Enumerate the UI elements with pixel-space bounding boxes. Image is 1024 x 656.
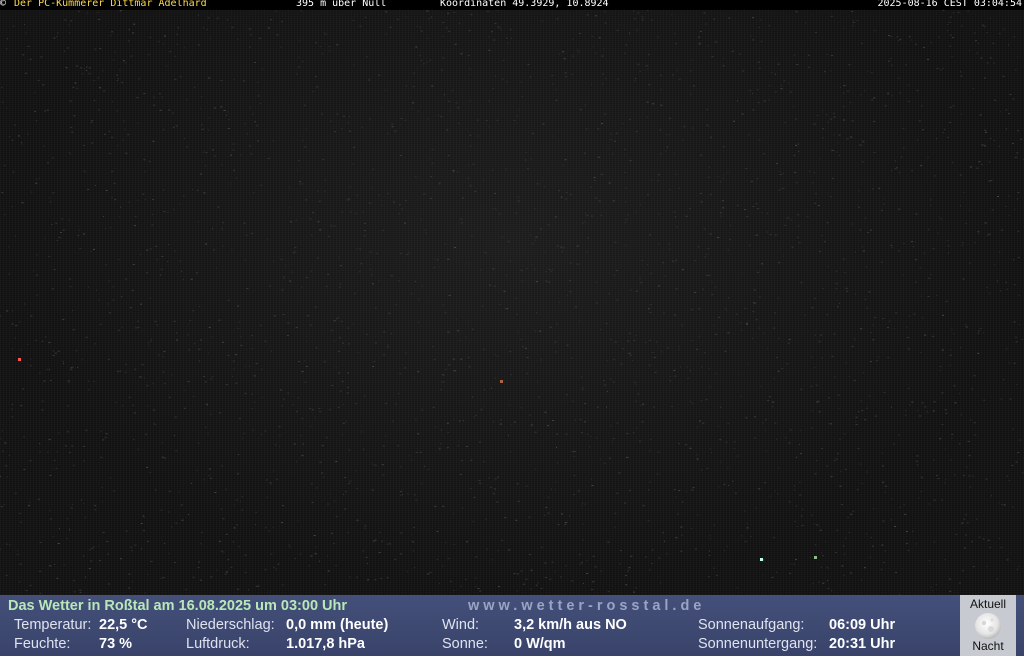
caption-bar: © Der PC-Kümmerer Dittmar Adelhard 395 m… <box>0 0 1024 10</box>
pressure-label: Luftdruck: <box>186 636 250 652</box>
weather-headline: Das Wetter in Roßtal am 16.08.2025 um 03… <box>8 598 348 614</box>
image-noise-layer <box>0 10 1024 595</box>
sunset-value: 20:31 Uhr <box>829 636 896 652</box>
timestamp-text: 2025-08-16 CEST 03:04:54 <box>877 0 1023 9</box>
sunrise-value: 06:09 Uhr <box>829 617 896 633</box>
sun-value: 0 W/qm <box>514 636 566 652</box>
owner-name: Der PC-Kümmerer Dittmar Adelhard <box>14 0 207 9</box>
sun-label: Sonne: <box>442 636 488 652</box>
moon-label-current: Aktuell <box>969 597 1007 611</box>
altitude-text: 395 m über Null <box>296 0 387 9</box>
pressure-value: 1.017,8 hPa <box>286 636 365 652</box>
precipitation-label: Niederschlag: <box>186 617 275 633</box>
webcam-image <box>0 10 1024 595</box>
coordinates-text: Koordinaten 49.3929, 10.8924 <box>440 0 609 9</box>
moon-phase-box: Aktuell Nacht <box>960 595 1016 656</box>
sunrise-label: Sonnenaufgang: <box>698 617 805 633</box>
temperature-value: 22,5 °C <box>99 617 148 633</box>
full-moon-icon <box>975 613 1001 639</box>
wind-value: 3,2 km/h aus NO <box>514 617 627 633</box>
humidity-value: 73 % <box>99 636 133 652</box>
moon-label-night: Nacht <box>972 639 1004 653</box>
humidity-label: Feuchte: <box>14 636 71 652</box>
sunset-label: Sonnenuntergang: <box>698 636 818 652</box>
copyright-symbol: © <box>0 0 7 9</box>
wind-label: Wind: <box>442 617 480 633</box>
precipitation-value: 0,0 mm (heute) <box>286 617 389 633</box>
temperature-label: Temperatur: <box>14 617 92 633</box>
website-url: www.wetter-rosstal.de <box>468 598 706 614</box>
weather-panel: Das Wetter in Roßtal am 16.08.2025 um 03… <box>0 595 1024 656</box>
